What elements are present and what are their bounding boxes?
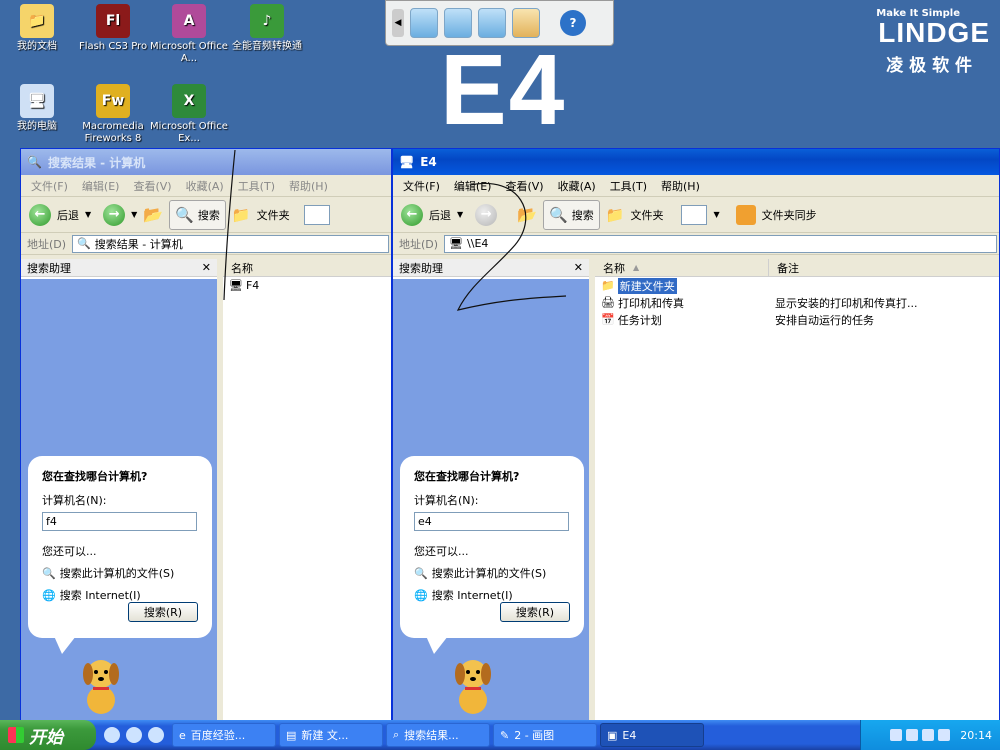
firefox-icon[interactable] [148,727,164,743]
task-label: 搜索结果... [404,729,459,742]
ie-icon: e [179,728,186,742]
windows-logo-icon [8,727,24,743]
computer-icon: ▣ [607,728,618,742]
search-icon: ⌕ [393,728,400,741]
baidu-watermark-url: jingyan.baidu.com [768,700,907,718]
tray-icon[interactable] [922,729,935,741]
ie-icon[interactable] [126,727,142,743]
start-button[interactable]: 开始 [0,720,96,750]
media-player-icon[interactable] [104,727,120,743]
document-icon: ▤ [286,728,297,742]
tray-icon[interactable] [890,729,903,741]
taskbar-item-e4[interactable]: ▣ E4 [600,723,704,747]
taskbar-item-baidu[interactable]: e 百度经验... [172,723,276,747]
system-tray: 20:14 [860,720,1000,750]
task-label: 2 - 画图 [514,729,555,742]
taskbar-item-new-doc[interactable]: ▤ 新建 文... [279,723,383,747]
quick-launch [96,727,172,743]
baidu-watermark: Baidu经验 [765,644,928,682]
task-label: E4 [622,728,637,742]
start-label: 开始 [29,727,63,748]
tray-icon[interactable] [938,729,951,741]
taskbar-item-paint[interactable]: ✎ 2 - 画图 [493,723,597,747]
tray-icon[interactable] [906,729,919,741]
paint-icon: ✎ [500,728,510,742]
clock[interactable]: 20:14 [960,729,992,742]
taskbar-item-search[interactable]: ⌕ 搜索结果... [386,723,490,747]
taskbar: 开始 e 百度经验... ▤ 新建 文... ⌕ 搜索结果... ✎ 2 - 画图 ▣ E… [0,720,1000,750]
task-label: 新建 文... [301,729,349,742]
task-label: 百度经验... [190,729,246,742]
